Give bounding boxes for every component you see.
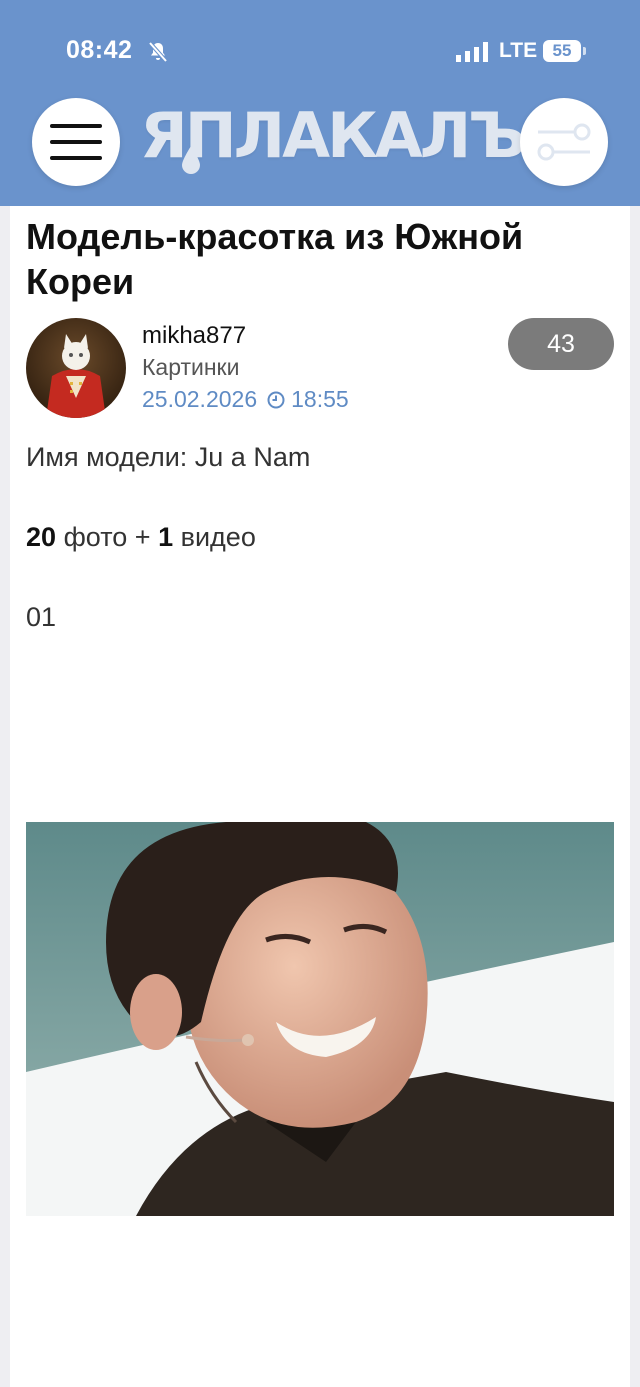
post-photo[interactable]	[26, 822, 614, 1216]
status-bar: 08:42 LTE 55	[0, 0, 640, 100]
photo-word: фото +	[63, 522, 151, 552]
item-number: 01	[26, 602, 57, 632]
bell-muted-icon	[148, 41, 168, 63]
hamburger-icon	[50, 124, 102, 160]
post-time: 18:55	[291, 386, 349, 412]
post-date: 25.02.2026	[142, 386, 258, 412]
media-count-line: 20 фото + 1 видео	[26, 522, 256, 553]
author-name[interactable]: mikha877	[142, 322, 246, 350]
post-datetime: 25.02.2026 18:55	[142, 386, 349, 413]
app-header: 08:42 LTE 55 ЯПЛАКАЛЪ	[0, 0, 640, 206]
photo-count: 20	[26, 522, 57, 552]
status-time: 08:42	[66, 36, 133, 64]
network-type: LTE	[499, 39, 538, 62]
toggle-sliders-icon	[537, 123, 591, 161]
comments-count-badge[interactable]: 43	[508, 318, 614, 370]
signal-icon	[456, 42, 488, 62]
teardrop-icon	[182, 146, 200, 174]
menu-button[interactable]	[32, 98, 120, 186]
video-word: видео	[180, 522, 256, 552]
battery-icon: 55	[543, 40, 581, 62]
post-category[interactable]: Картинки	[142, 354, 239, 381]
battery-tip	[583, 47, 586, 55]
filter-button[interactable]	[520, 98, 608, 186]
author-avatar[interactable]	[26, 318, 126, 418]
model-name-line: Имя модели: Ju a Nam	[26, 442, 311, 472]
post-title: Модель-красотка из Южной Кореи	[26, 216, 524, 302]
video-count: 1	[158, 522, 174, 552]
post-card: Модель-красотка из Южной Кореи mikha877 …	[10, 206, 630, 1387]
clock-icon	[267, 391, 285, 408]
